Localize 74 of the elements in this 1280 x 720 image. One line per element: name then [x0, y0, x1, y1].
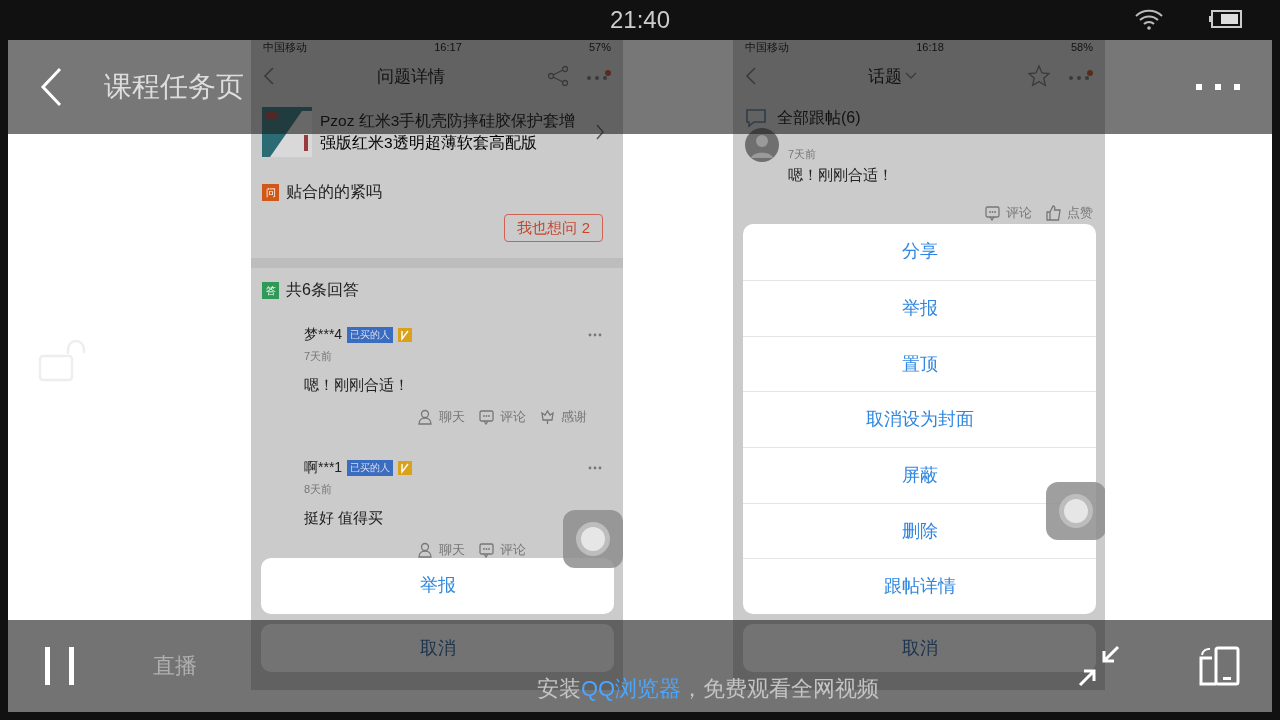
more-icon[interactable]	[585, 70, 611, 82]
person-icon[interactable]	[418, 409, 434, 425]
action-link[interactable]: 点赞	[1067, 204, 1093, 222]
more-icon[interactable]	[1067, 70, 1093, 82]
product-thumbnail[interactable]	[262, 107, 312, 157]
buyer-tag: 已买的人	[347, 327, 394, 343]
post-time: 8天前	[304, 482, 334, 497]
question-badge: 问	[262, 183, 279, 201]
post-text: 嗯！刚刚合适！	[788, 165, 894, 185]
user-name: 啊***1	[304, 459, 343, 477]
comment-icon[interactable]	[479, 409, 495, 425]
post-time: 7天前	[304, 349, 334, 364]
sheet-option[interactable]: 举报	[261, 558, 614, 614]
chevron-down-icon[interactable]	[904, 72, 917, 80]
star-icon[interactable]	[1027, 64, 1051, 88]
section-title: 全部跟帖(6)	[777, 107, 861, 128]
chat-bubble-icon	[745, 108, 767, 128]
battery-percent: 57%	[588, 40, 611, 54]
buyer-tag: 已买的人	[347, 460, 394, 476]
promo-text: 安装QQ浏览器，免费观看全网视频	[537, 676, 880, 701]
browser-link[interactable]: QQ浏览器	[581, 676, 682, 701]
nav-title: 问题详情	[377, 65, 445, 88]
answer-text: 挺好 值得买	[304, 508, 385, 528]
user-name: 梦***4	[304, 326, 343, 344]
answers-count: 共6条回答	[286, 279, 359, 300]
more-icon[interactable]	[587, 332, 603, 338]
ask-too-button[interactable]: 我也想问 2	[504, 214, 603, 242]
sheet-option[interactable]: 分享	[743, 224, 1096, 280]
back-icon[interactable]	[745, 66, 757, 86]
back-icon[interactable]	[263, 66, 275, 86]
assistive-touch-overlay[interactable]	[563, 510, 623, 568]
level-icon	[398, 461, 413, 475]
answer-text: 嗯！刚刚合适！	[304, 375, 410, 395]
status-time: 16:17	[434, 40, 462, 54]
action-link[interactable]: 评论	[1006, 204, 1032, 222]
status-time: 16:18	[916, 40, 944, 54]
wifi-icon	[1134, 8, 1164, 30]
pause-icon[interactable]	[45, 647, 75, 685]
person-icon[interactable]	[418, 542, 434, 558]
more-icon[interactable]	[587, 465, 603, 471]
sheet-option[interactable]: 跟帖详情	[743, 558, 1096, 614]
more-icon[interactable]	[1196, 82, 1240, 92]
page-title: 课程任务页	[104, 70, 244, 104]
action-link[interactable]: 评论	[500, 541, 526, 559]
exit-fullscreen-icon[interactable]	[1078, 645, 1120, 687]
clock-time: 21:40	[609, 6, 671, 34]
share-icon[interactable]	[547, 65, 569, 87]
flower-icon[interactable]	[540, 409, 556, 425]
action-link[interactable]: 评论	[500, 408, 526, 426]
question-text: 贴合的的紧吗	[286, 181, 382, 202]
carrier-name: 中国移动	[263, 40, 307, 54]
product-title[interactable]: Pzoz 红米3手机壳防摔硅胶保护套增强版红米3透明超薄软套高配版	[320, 110, 587, 154]
post-time: 7天前	[788, 147, 818, 162]
comment-icon[interactable]	[985, 205, 1001, 221]
action-link[interactable]: 聊天	[439, 408, 465, 426]
battery-icon	[1208, 9, 1242, 29]
chevron-right-icon[interactable]	[595, 124, 605, 140]
sheet-option[interactable]: 举报	[743, 279, 1096, 336]
cancel-button[interactable]: 取消	[261, 624, 614, 672]
cancel-button[interactable]: 取消	[743, 624, 1096, 672]
level-icon	[398, 328, 413, 342]
battery-percent: 58%	[1070, 40, 1093, 54]
comment-icon[interactable]	[479, 542, 495, 558]
sheet-option[interactable]: 置顶	[743, 335, 1096, 392]
sheet-option[interactable]: 取消设为封面	[743, 391, 1096, 447]
live-tab[interactable]: 直播	[153, 651, 197, 681]
action-link[interactable]: 聊天	[439, 541, 465, 559]
nav-title: 话题	[867, 65, 902, 88]
action-link[interactable]: 感谢	[561, 408, 587, 426]
avatar-icon	[745, 128, 779, 162]
thumbs-up-icon[interactable]	[1046, 205, 1062, 221]
answer-badge: 答	[262, 281, 279, 299]
assistive-touch-overlay[interactable]	[1046, 482, 1105, 540]
carrier-name: 中国移动	[745, 40, 789, 54]
